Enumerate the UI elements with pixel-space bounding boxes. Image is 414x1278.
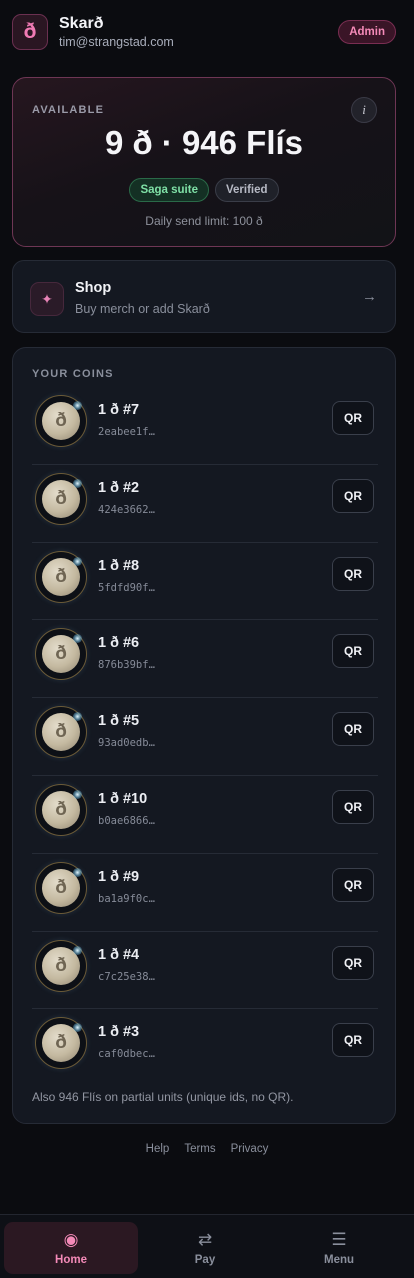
verified-badge: Verified: [214, 178, 279, 202]
coin-name: 1 ð #4: [98, 946, 140, 963]
suite-badge: Saga suite: [129, 178, 209, 202]
coin-glint: [73, 945, 82, 955]
coin-image: ð: [35, 861, 87, 914]
balance-card: AVAILABLE i 9 ð · 946 Flís Saga suite Ve…: [12, 77, 396, 247]
coin-name: 1 ð #10: [98, 790, 148, 807]
qr-button[interactable]: QR: [332, 945, 374, 980]
coin-glint: [73, 634, 82, 644]
coin-hash: 93ad0edb…: [98, 737, 155, 750]
coin-row[interactable]: ð 1 ð #9 ba1a9f0c… QR: [32, 854, 378, 932]
brand-logo-icon: ð: [12, 14, 48, 50]
balance-amount: 9 ð · 946 Flís: [104, 124, 304, 161]
coin-row[interactable]: ð 1 ð #8 5fdfd90f… QR: [32, 543, 378, 621]
qr-button[interactable]: QR: [332, 556, 374, 591]
nav-home-label: Home: [55, 1253, 87, 1266]
hamburger-icon: ☰: [331, 1229, 347, 1249]
user-email: tim@strangstad.com: [59, 34, 174, 49]
coin-row[interactable]: ð 1 ð #6 876b39bf… QR: [32, 620, 378, 699]
nav-menu[interactable]: ☰ Menu: [272, 1222, 406, 1274]
qr-button[interactable]: QR: [332, 789, 374, 824]
coin-image: ð: [35, 939, 87, 992]
coins-section-label: YOUR COINS: [32, 368, 114, 380]
coin-hash: 424e3662…: [98, 503, 155, 516]
coin-image: ð: [35, 550, 87, 603]
coin-list: ð 1 ð #7 2eabee1f… QR ð 1 ð #2 424e3662… QR ð 1 ð…: [32, 387, 378, 1087]
coin-image: ð: [35, 783, 87, 836]
coin-image: ð: [35, 706, 87, 759]
wallet-page: ð Skarð tim@strangstad.com Admin AVAILAB…: [0, 0, 414, 1278]
coin-name: 1 ð #3: [98, 1024, 140, 1041]
brand-name: Skarð: [59, 14, 104, 32]
sparkle-icon: ✦: [30, 282, 64, 316]
send-limit-text: Daily send limit: 100 ð: [145, 214, 263, 228]
shop-title: Shop: [75, 280, 112, 296]
coin-image: ð: [35, 1017, 87, 1070]
coin-glint: [73, 556, 82, 566]
account-info: Skarð tim@strangstad.com: [59, 14, 174, 51]
nav-menu-label: Menu: [323, 1253, 355, 1266]
coin-glint: [73, 867, 82, 877]
coin-glint: [73, 478, 82, 488]
coins-card: YOUR COINS ð 1 ð #7 2eabee1f… QR ð 1 ð #2 424e…: [12, 347, 396, 1124]
target-icon: ◉: [63, 1229, 79, 1249]
coin-row[interactable]: ð 1 ð #7 2eabee1f… QR: [32, 387, 378, 465]
help-link[interactable]: Help: [146, 1143, 170, 1155]
info-icon[interactable]: i: [351, 97, 377, 123]
nav-pay-label: Pay: [194, 1253, 216, 1266]
coin-row[interactable]: ð 1 ð #3 caf0dbec… QR: [32, 1009, 378, 1087]
qr-button[interactable]: QR: [332, 401, 374, 435]
shop-subtitle: Buy merch or add Skarð: [75, 302, 210, 316]
privacy-link[interactable]: Privacy: [231, 1143, 269, 1155]
qr-button[interactable]: QR: [332, 867, 374, 902]
coin-glint: [73, 401, 82, 410]
nav-home[interactable]: ◉ Home: [4, 1222, 138, 1274]
coin-glint: [73, 712, 82, 722]
coin-hash: 2eabee1f…: [98, 426, 155, 438]
coin-glint: [73, 789, 82, 799]
qr-button[interactable]: QR: [332, 712, 374, 747]
status-badges: Saga suite Verified: [13, 178, 395, 202]
qr-button[interactable]: QR: [332, 1023, 374, 1058]
coin-hash: 5fdfd90f…: [98, 581, 155, 594]
coin-name: 1 ð #7: [98, 402, 140, 418]
footer-links: Help Terms Privacy: [0, 1143, 414, 1155]
swap-icon: ⇄: [197, 1229, 213, 1249]
qr-button[interactable]: QR: [332, 478, 374, 513]
coin-row[interactable]: ð 1 ð #4 c7c25e38… QR: [32, 932, 378, 1010]
coin-hash: 876b39bf…: [98, 659, 155, 672]
coin-image: ð: [35, 472, 87, 525]
coin-hash: caf0dbec…: [98, 1048, 155, 1061]
partial-units-note: Also 946 Flís on partial units (unique i…: [32, 1090, 294, 1104]
app-header: ð Skarð tim@strangstad.com Admin: [12, 12, 396, 52]
admin-badge[interactable]: Admin: [338, 20, 396, 44]
coin-image: ð: [35, 395, 87, 447]
coin-hash: b0ae6866…: [98, 814, 155, 827]
coin-name: 1 ð #6: [98, 635, 140, 652]
terms-link[interactable]: Terms: [184, 1143, 215, 1155]
coin-glint: [73, 1023, 82, 1033]
available-label: AVAILABLE: [32, 104, 105, 116]
nav-pay[interactable]: ⇄ Pay: [138, 1222, 272, 1274]
coin-image: ð: [35, 628, 87, 681]
coin-name: 1 ð #2: [98, 479, 140, 496]
coin-name: 1 ð #9: [98, 868, 140, 885]
coin-row[interactable]: ð 1 ð #5 93ad0edb… QR: [32, 698, 378, 776]
coin-row[interactable]: ð 1 ð #10 b0ae6866… QR: [32, 776, 378, 854]
shop-card[interactable]: ✦ Shop Buy merch or add Skarð →: [12, 260, 396, 333]
coin-hash: ba1a9f0c…: [98, 892, 155, 905]
coin-hash: c7c25e38…: [98, 970, 155, 983]
qr-button[interactable]: QR: [332, 634, 374, 669]
arrow-right-icon: →: [362, 288, 377, 305]
coin-name: 1 ð #8: [98, 557, 140, 574]
coin-row[interactable]: ð 1 ð #2 424e3662… QR: [32, 465, 378, 543]
bottom-nav: ◉ Home ⇄ Pay ☰ Menu: [0, 1214, 414, 1278]
coin-name: 1 ð #5: [98, 713, 140, 730]
